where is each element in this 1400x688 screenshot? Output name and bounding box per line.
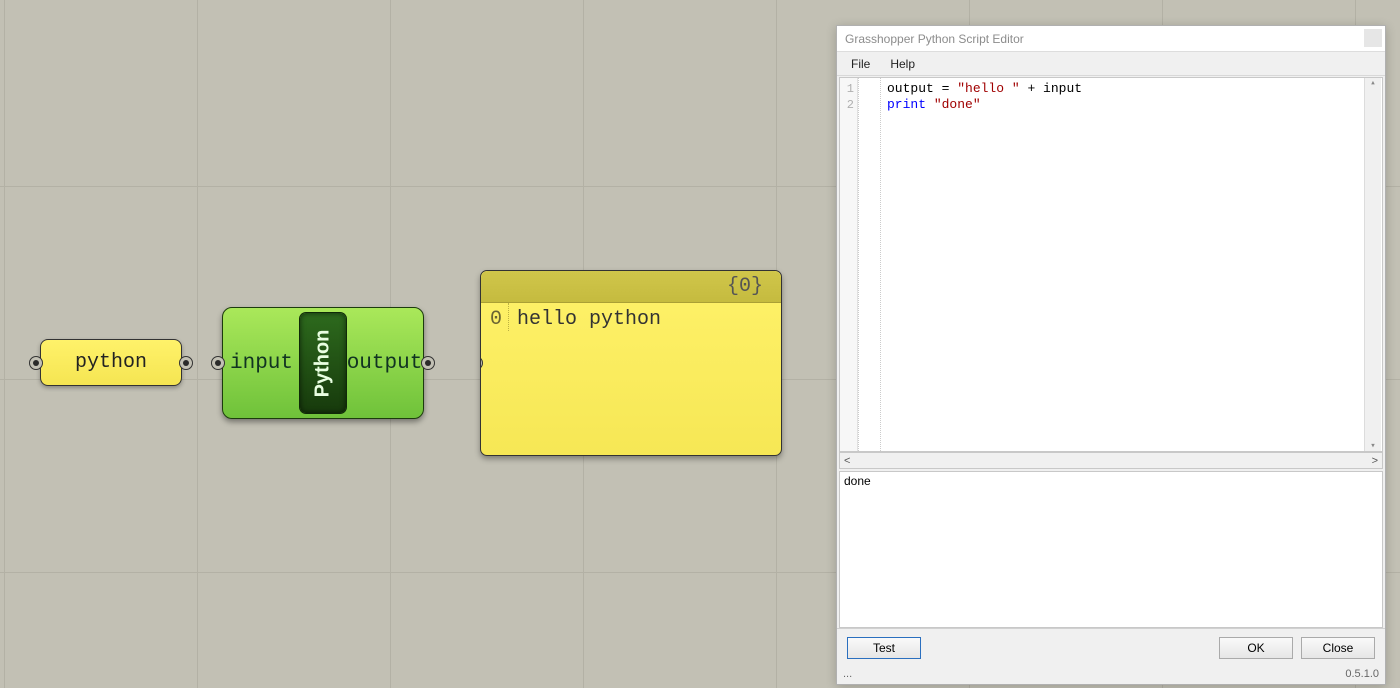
close-button-label: Close <box>1323 641 1354 655</box>
output-panel-path: {0} <box>727 275 763 298</box>
python-port-out-grip[interactable] <box>421 356 435 370</box>
python-port-in-grip[interactable] <box>211 356 225 370</box>
menu-help[interactable]: Help <box>880 54 925 74</box>
code-horizontal-scrollbar[interactable]: < > <box>839 452 1383 469</box>
ok-button[interactable]: OK <box>1219 637 1293 659</box>
editor-titlebar[interactable]: Grasshopper Python Script Editor <box>837 26 1385 52</box>
code-vertical-scrollbar[interactable]: ▴▾ <box>1364 78 1381 451</box>
output-panel-index: 0 <box>481 303 509 331</box>
footer-version: 0.5.1.0 <box>1345 668 1379 680</box>
test-button-label: Test <box>873 641 895 655</box>
output-panel-grip-in[interactable] <box>480 356 483 370</box>
test-button[interactable]: Test <box>847 637 921 659</box>
input-panel-text: python <box>75 351 147 374</box>
input-panel-grip-in[interactable] <box>29 356 43 370</box>
line-number-gutter: 12 <box>840 78 858 451</box>
editor-button-row: Test OK Close <box>837 628 1385 666</box>
console-text: done <box>844 474 871 488</box>
input-panel[interactable]: python <box>40 339 182 386</box>
footer-left: ... <box>843 668 852 680</box>
code-editor[interactable]: 12 output = "hello " + inputprint "done"… <box>839 77 1383 452</box>
editor-title: Grasshopper Python Script Editor <box>845 32 1024 46</box>
console-output: done <box>839 471 1383 628</box>
scroll-left-icon[interactable]: < <box>844 455 850 467</box>
ok-button-label: OK <box>1247 641 1264 655</box>
python-title-bar[interactable]: Python <box>300 313 346 413</box>
output-panel-header: {0} <box>481 271 781 303</box>
menu-file[interactable]: File <box>841 54 880 74</box>
close-button[interactable]: Close <box>1301 637 1375 659</box>
python-output-label: output <box>347 352 423 375</box>
scroll-right-icon[interactable]: > <box>1372 455 1378 467</box>
output-panel[interactable]: {0} 0 hello python <box>480 270 782 456</box>
python-component[interactable]: input Python output <box>222 307 424 419</box>
close-icon[interactable] <box>1364 29 1382 47</box>
python-input-port[interactable]: input <box>223 308 300 418</box>
input-panel-grip-out[interactable] <box>179 356 193 370</box>
python-output-port[interactable]: output <box>346 308 423 418</box>
python-input-label: input <box>230 352 293 375</box>
script-editor-window[interactable]: Grasshopper Python Script Editor File He… <box>836 25 1386 685</box>
python-title: Python <box>312 329 335 397</box>
editor-menubar: File Help <box>837 52 1385 76</box>
output-panel-value: hello python <box>509 303 661 331</box>
editor-footer: ... 0.5.1.0 <box>837 666 1385 684</box>
code-body[interactable]: output = "hello " + inputprint "done" <box>858 78 1082 451</box>
